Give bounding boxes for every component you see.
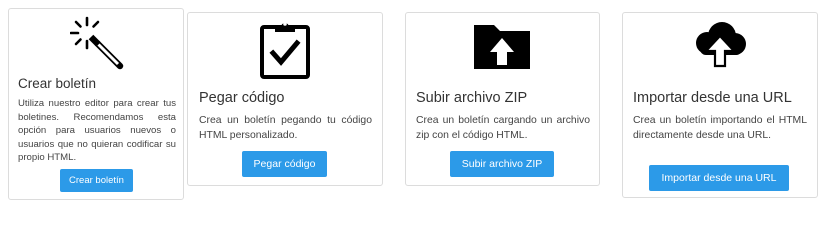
upload-zip-card: Subir archivo ZIP Crea un boletín cargan…: [405, 12, 600, 186]
clipboard-check-icon: [260, 22, 310, 79]
card-description: Crea un boletín pegando tu código HTML p…: [199, 115, 372, 141]
magic-wand-icon: [70, 16, 124, 70]
import-url-card: Importar desde una URL Crea un boletín i…: [622, 12, 818, 198]
cloud-upload-icon: [696, 22, 746, 68]
upload-zip-button[interactable]: Subir archivo ZIP: [450, 151, 554, 177]
paste-code-button[interactable]: Pegar código: [242, 151, 327, 177]
folder-upload-icon: [474, 25, 530, 69]
card-description: Crea un boletín cargando un archivo zip …: [416, 115, 590, 141]
paste-code-card: Pegar código Crea un boletín pegando tu …: [187, 12, 383, 186]
card-title: Importar desde una URL: [633, 90, 792, 106]
card-title: Subir archivo ZIP: [416, 90, 528, 106]
create-newsletter-button[interactable]: Crear boletín: [60, 169, 133, 192]
card-description: Crea un boletín importando el HTML direc…: [633, 115, 807, 141]
card-title: Pegar código: [199, 90, 285, 106]
card-title: Crear boletín: [18, 76, 97, 91]
import-url-button[interactable]: Importar desde una URL: [649, 165, 789, 191]
card-description: Utiliza nuestro editor para crear tus bo…: [18, 98, 176, 164]
create-newsletter-card: Crear boletín Utiliza nuestro editor par…: [8, 8, 184, 200]
